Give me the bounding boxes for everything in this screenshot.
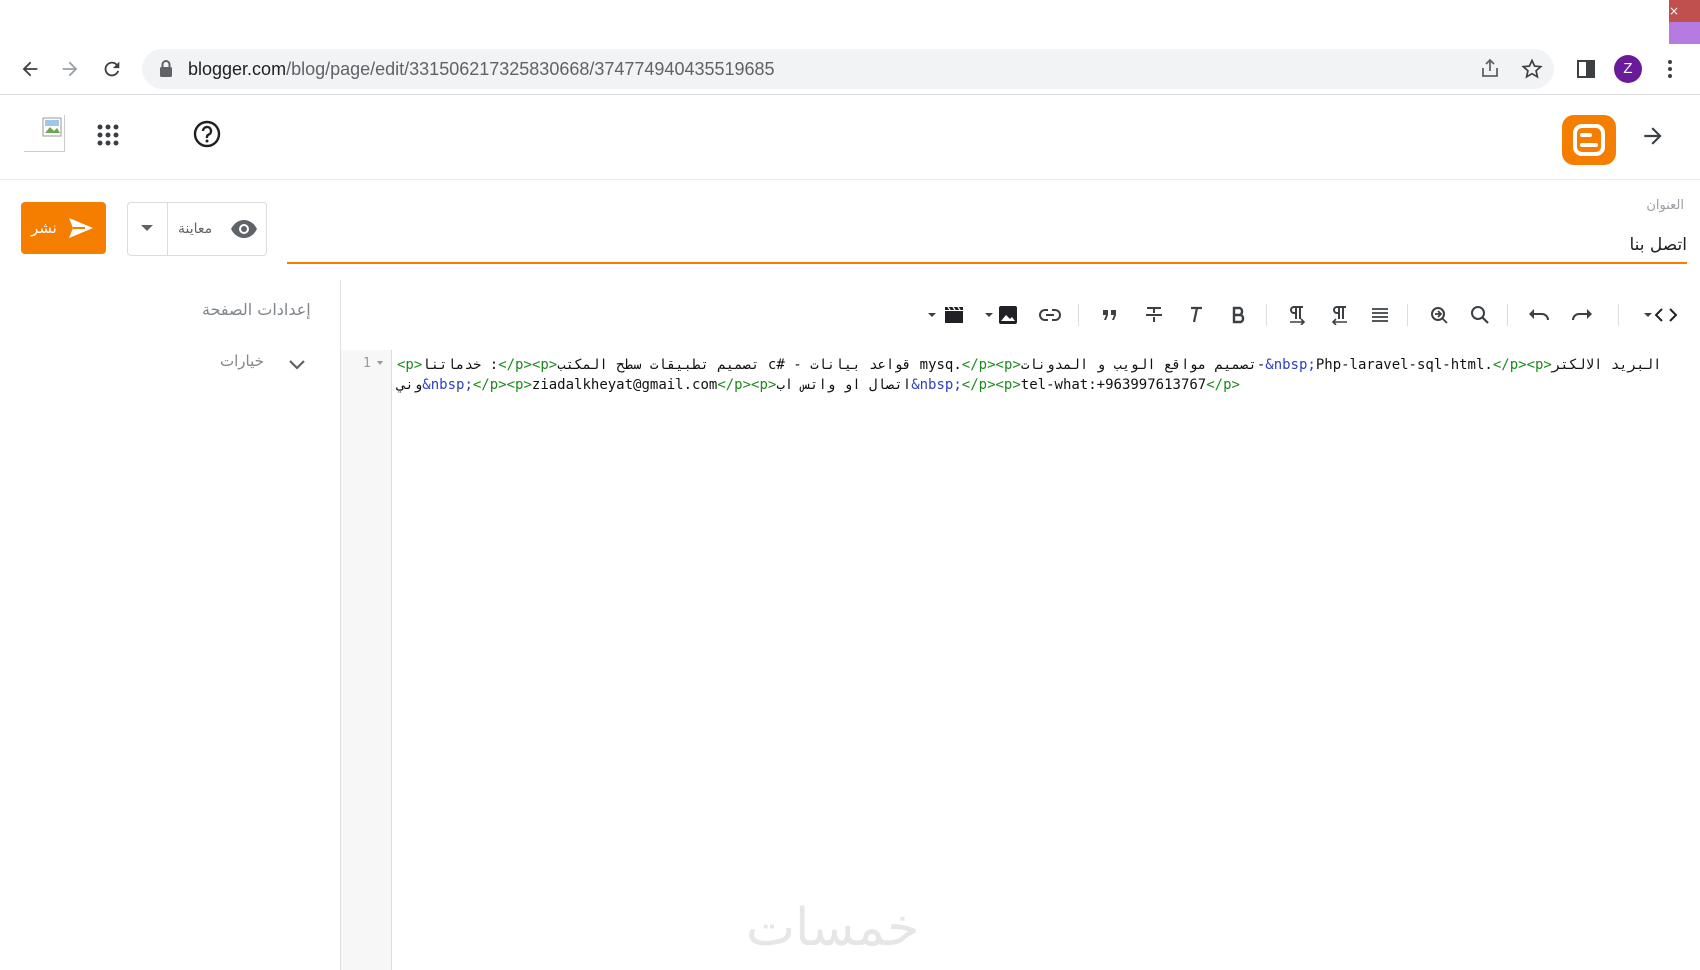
code-entity: &nbsp;	[422, 377, 473, 393]
rtl-icon[interactable]	[1326, 301, 1354, 329]
eye-icon	[230, 219, 258, 243]
code-text: ziadalkheyat@gmail.com	[531, 377, 718, 393]
align-icon[interactable]	[1366, 301, 1394, 329]
title-label: العنوان	[1646, 198, 1684, 213]
url-host: blogger.com	[188, 59, 287, 79]
page-settings-title: إعدادات الصفحة	[202, 300, 311, 319]
video-icon[interactable]	[940, 301, 968, 329]
find-replace-icon[interactable]	[1425, 301, 1453, 329]
image-icon[interactable]	[994, 301, 1022, 329]
preview-button-group: معاينة	[127, 202, 267, 256]
watermark: خمسات	[746, 898, 920, 958]
ltr-icon[interactable]	[1283, 301, 1311, 329]
apps-grid-icon[interactable]	[96, 123, 120, 151]
close-icon[interactable]: ×	[1669, 0, 1679, 22]
code-text: tel-what:+963997613767	[1020, 377, 1207, 393]
undo-icon[interactable]	[1525, 301, 1553, 329]
line-number: 1	[363, 356, 371, 371]
options-expander[interactable]: خيارات	[210, 344, 310, 380]
fold-marker-icon[interactable]	[377, 361, 383, 365]
window-top-strip: ×	[0, 0, 1700, 44]
video-menu-caret[interactable]	[928, 313, 936, 317]
code-tag: </p><p>	[717, 377, 777, 393]
kebab-menu-icon[interactable]	[1656, 55, 1684, 83]
preview-label: معاينة	[178, 221, 213, 237]
code-text: Php-laravel-sql-html.	[1315, 357, 1493, 373]
quote-icon[interactable]	[1096, 301, 1124, 329]
send-icon	[67, 216, 95, 244]
lock-icon[interactable]	[158, 59, 174, 83]
broken-image-logo	[24, 115, 65, 152]
code-text: خدماتنا :	[422, 357, 499, 373]
toolbar-separator	[1078, 304, 1079, 326]
options-label: خيارات	[220, 352, 264, 370]
editor-toolbar	[915, 298, 1690, 332]
star-icon[interactable]	[1520, 57, 1544, 85]
reload-icon[interactable]	[98, 55, 126, 83]
window-corner-accent	[1669, 22, 1700, 44]
chevron-down-icon	[288, 356, 306, 375]
toolbar-separator	[1407, 304, 1408, 326]
code-tag: </p><p>	[472, 377, 532, 393]
blogger-logo-icon[interactable]	[1562, 115, 1616, 165]
back-arrow-icon[interactable]	[16, 55, 44, 83]
exit-arrow-icon[interactable]	[1640, 123, 1666, 153]
link-icon[interactable]	[1036, 301, 1064, 329]
code-tag: </p><p>	[1492, 357, 1552, 373]
page-settings-sidebar: إعدادات الصفحة خيارات	[0, 280, 341, 970]
redo-icon[interactable]	[1568, 301, 1596, 329]
line-gutter: 1	[341, 350, 392, 970]
code-entity: &nbsp;	[1265, 357, 1316, 373]
code-tag: </p><p>	[961, 377, 1021, 393]
code-tag: </p><p>	[498, 357, 558, 373]
code-text: اتصال او واتس اب	[776, 377, 912, 393]
html-code-editor[interactable]: <p>خدماتنا :</p><p>تصميم تطبيقات سطح الم…	[397, 355, 1665, 395]
avatar[interactable]: Z	[1614, 55, 1642, 83]
toolbar-separator	[1618, 304, 1619, 326]
preview-button[interactable]: معاينة	[168, 203, 266, 255]
code-tag: </p>	[1206, 377, 1240, 393]
help-icon[interactable]	[192, 119, 222, 153]
share-icon[interactable]	[1478, 57, 1502, 85]
publish-label: نشر	[31, 219, 57, 237]
preview-options-dropdown[interactable]	[128, 203, 168, 255]
format-clear-icon[interactable]	[1183, 301, 1211, 329]
toolbar-separator	[1507, 304, 1508, 326]
code-text: تصميم تطبيقات سطح المكتب c# - قواعد بيان…	[557, 357, 962, 373]
code-tag: <p>	[397, 357, 423, 373]
side-panel-icon[interactable]	[1572, 55, 1600, 83]
code-text: تصميم مواقع الويب و المدونات-	[1020, 357, 1266, 373]
strikethrough-icon[interactable]	[1140, 301, 1168, 329]
address-bar[interactable]: blogger.com/blog/page/edit/3315062173258…	[142, 49, 1554, 89]
code-menu-caret[interactable]	[1644, 313, 1652, 317]
code-view-icon[interactable]	[1652, 301, 1680, 329]
bold-icon[interactable]	[1225, 301, 1253, 329]
code-entity: &nbsp;	[911, 377, 962, 393]
caret-down-icon	[141, 225, 153, 231]
url-path: /blog/page/edit/3315062173258306​68/3747…	[286, 59, 775, 79]
forward-arrow-icon[interactable]	[56, 55, 84, 83]
browser-toolbar: blogger.com/blog/page/edit/3315062173258…	[0, 44, 1700, 95]
app-header	[0, 95, 1700, 180]
search-icon[interactable]	[1466, 301, 1494, 329]
toolbar-separator	[1266, 304, 1267, 326]
image-menu-caret[interactable]	[985, 313, 993, 317]
title-input[interactable]	[287, 228, 1687, 264]
publish-button[interactable]: نشر	[21, 202, 106, 254]
url-text[interactable]: blogger.com/blog/page/edit/3315062173258…	[188, 49, 775, 89]
code-tag: </p><p>	[961, 357, 1021, 373]
